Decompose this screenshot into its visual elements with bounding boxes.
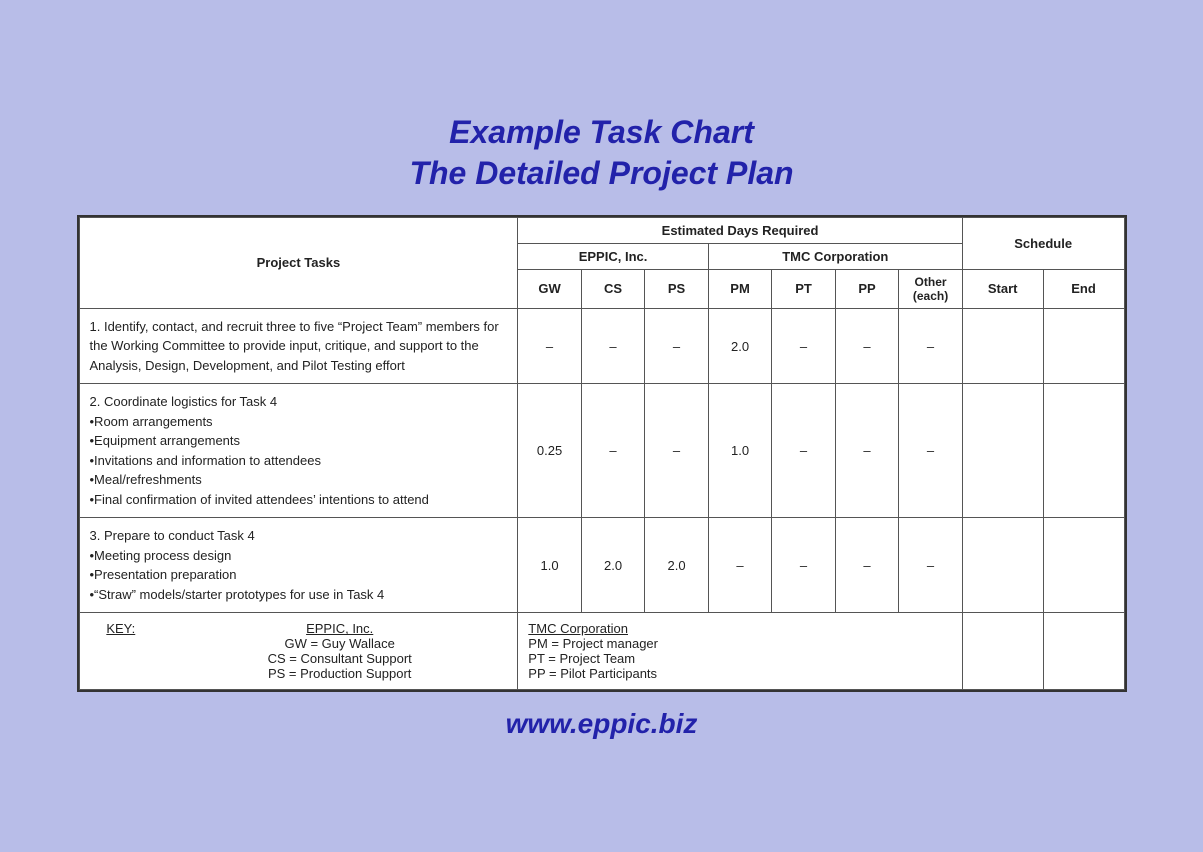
- task-1-text: 1. Identify, contact, and recruit three …: [79, 308, 518, 384]
- project-tasks-header: Project Tasks: [79, 217, 518, 308]
- tmc-key-header: TMC Corporation: [528, 621, 628, 636]
- table-row: 3. Prepare to conduct Task 4•Meeting pro…: [79, 518, 1124, 613]
- key-section-left: KEY: EPPIC, Inc. GW = Guy Wallace CS = C…: [79, 613, 518, 690]
- website-url: www.eppic.biz: [506, 708, 698, 740]
- row1-pp: –: [835, 308, 899, 384]
- tmc-header: TMC Corporation: [708, 243, 962, 269]
- row3-start: [962, 518, 1043, 613]
- row2-start: [962, 384, 1043, 518]
- eppic-key-item-0: GW = Guy Wallace: [172, 636, 507, 651]
- eppic-key-item-2: PS = Production Support: [172, 666, 507, 681]
- row3-pm: –: [708, 518, 772, 613]
- eppic-key-header: EPPIC, Inc.: [306, 621, 373, 636]
- estimated-days-header: Estimated Days Required: [518, 217, 963, 243]
- tmc-key-item-0: PM = Project manager: [528, 636, 952, 651]
- row1-gw: –: [518, 308, 582, 384]
- row3-end: [1043, 518, 1124, 613]
- row1-cs: –: [581, 308, 645, 384]
- row3-pp: –: [835, 518, 899, 613]
- col-end: End: [1043, 269, 1124, 308]
- col-cs: CS: [581, 269, 645, 308]
- key-section-right: TMC Corporation PM = Project manager PT …: [518, 613, 963, 690]
- row2-cs: –: [581, 384, 645, 518]
- row3-other: –: [899, 518, 963, 613]
- row3-ps: 2.0: [645, 518, 709, 613]
- task-3-text: 3. Prepare to conduct Task 4•Meeting pro…: [79, 518, 518, 613]
- row1-start: [962, 308, 1043, 384]
- col-other: Other (each): [899, 269, 963, 308]
- key-start-cell: [962, 613, 1043, 690]
- row2-pm: 1.0: [708, 384, 772, 518]
- row2-end: [1043, 384, 1124, 518]
- page-title: Example Task Chart The Detailed Project …: [409, 112, 793, 215]
- row1-other: –: [899, 308, 963, 384]
- col-gw: GW: [518, 269, 582, 308]
- tmc-key-item-1: PT = Project Team: [528, 651, 952, 666]
- row1-pt: –: [772, 308, 836, 384]
- col-pp: PP: [835, 269, 899, 308]
- row2-pt: –: [772, 384, 836, 518]
- row2-gw: 0.25: [518, 384, 582, 518]
- table-row: 1. Identify, contact, and recruit three …: [79, 308, 1124, 384]
- row3-pt: –: [772, 518, 836, 613]
- key-label: KEY:: [106, 621, 135, 636]
- task-2-text: 2. Coordinate logistics for Task 4•Room …: [79, 384, 518, 518]
- row1-pm: 2.0: [708, 308, 772, 384]
- col-pm: PM: [708, 269, 772, 308]
- eppic-header: EPPIC, Inc.: [518, 243, 709, 269]
- eppic-key-item-1: CS = Consultant Support: [172, 651, 507, 666]
- row1-ps: –: [645, 308, 709, 384]
- row3-cs: 2.0: [581, 518, 645, 613]
- tmc-key-item-2: PP = Pilot Participants: [528, 666, 952, 681]
- row1-end: [1043, 308, 1124, 384]
- col-start: Start: [962, 269, 1043, 308]
- schedule-header: Schedule: [962, 217, 1124, 269]
- col-ps: PS: [645, 269, 709, 308]
- task-chart-table: Project Tasks Estimated Days Required Sc…: [77, 215, 1127, 693]
- row2-pp: –: [835, 384, 899, 518]
- row2-ps: –: [645, 384, 709, 518]
- table-row: 2. Coordinate logistics for Task 4•Room …: [79, 384, 1124, 518]
- key-row: KEY: EPPIC, Inc. GW = Guy Wallace CS = C…: [79, 613, 1124, 690]
- row2-other: –: [899, 384, 963, 518]
- key-end-cell: [1043, 613, 1124, 690]
- row3-gw: 1.0: [518, 518, 582, 613]
- col-pt: PT: [772, 269, 836, 308]
